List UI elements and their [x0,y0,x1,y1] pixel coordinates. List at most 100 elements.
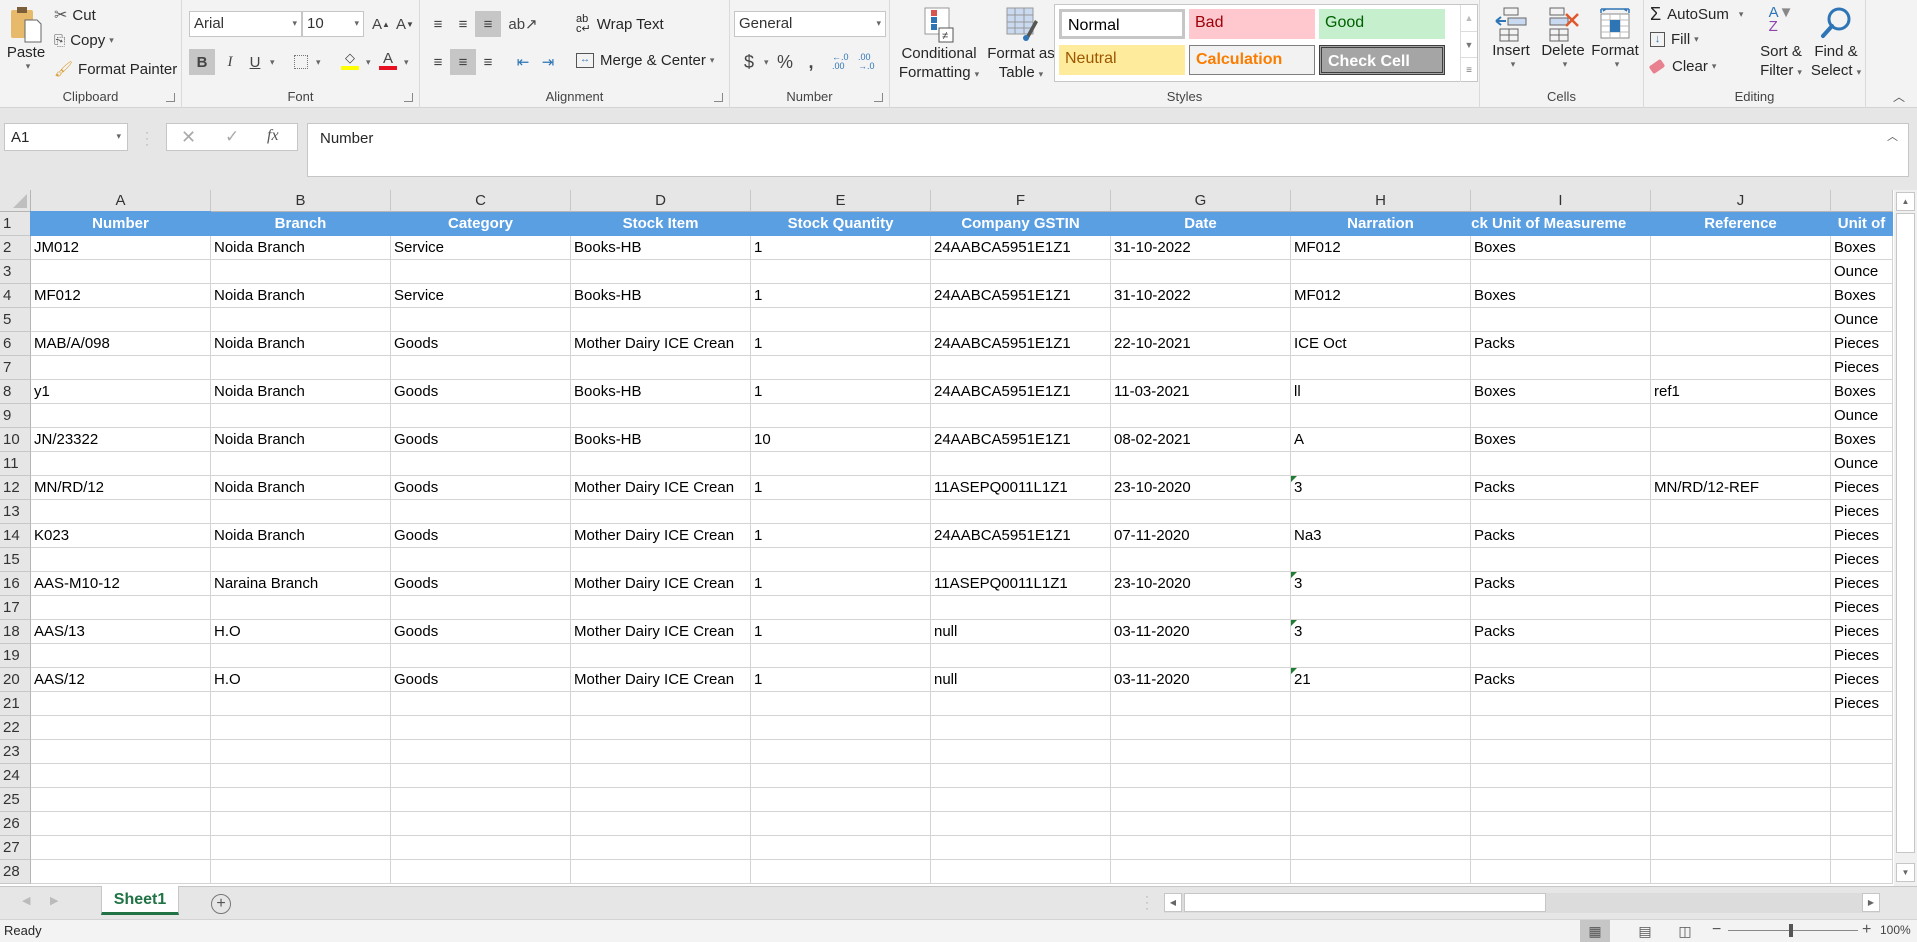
font-name-select[interactable]: Arial ▾ [189,11,302,37]
data-cell[interactable]: Boxes [1831,236,1893,260]
data-cell[interactable] [211,500,391,524]
empty-cell[interactable] [571,860,751,884]
data-cell[interactable] [391,308,571,332]
expand-formula-bar-icon[interactable]: ︿ [1887,128,1898,144]
data-cell[interactable]: 03-11-2020 [1111,620,1291,644]
empty-cell[interactable] [391,812,571,836]
enter-icon[interactable]: ✓ [225,127,239,147]
data-cell[interactable] [751,596,931,620]
data-cell[interactable] [211,548,391,572]
middle-align-button[interactable]: ≡ [450,11,476,37]
empty-cell[interactable] [391,836,571,860]
find-select-button[interactable]: Find & Select ▾ [1808,6,1864,82]
data-cell[interactable] [1651,548,1831,572]
data-cell[interactable] [211,404,391,428]
data-cell[interactable] [1651,524,1831,548]
data-cell[interactable]: A [1291,428,1471,452]
data-cell[interactable]: 10 [751,428,931,452]
header-cell[interactable]: tock Unit of Measureme [1471,212,1651,236]
data-cell[interactable]: 31-10-2022 [1111,236,1291,260]
data-cell[interactable] [31,548,211,572]
empty-cell[interactable] [571,812,751,836]
empty-cell[interactable] [1651,716,1831,740]
empty-cell[interactable] [31,812,211,836]
data-cell[interactable]: Noida Branch [211,476,391,500]
empty-cell[interactable] [931,788,1111,812]
data-cell[interactable]: Pieces [1831,548,1893,572]
empty-cell[interactable] [751,740,931,764]
data-cell[interactable] [1291,644,1471,668]
empty-cell[interactable] [1291,716,1471,740]
empty-cell[interactable] [931,740,1111,764]
data-cell[interactable]: 1 [751,524,931,548]
data-cell[interactable] [1651,284,1831,308]
data-cell[interactable] [1291,356,1471,380]
data-cell[interactable]: Boxes [1471,380,1651,404]
data-cell[interactable] [31,500,211,524]
row-header-9[interactable]: 9 [0,404,31,428]
data-cell[interactable] [1291,548,1471,572]
error-indicator-icon[interactable] [1291,620,1297,626]
data-cell[interactable]: null [931,620,1111,644]
row-header-15[interactable]: 15 [0,548,31,572]
italic-button[interactable]: I [217,49,243,75]
formula-bar-grip[interactable]: · · · [145,126,149,150]
data-cell[interactable] [1111,260,1291,284]
data-cell[interactable]: 24AABCA5951E1Z1 [931,380,1111,404]
data-cell[interactable]: AAS/12 [31,668,211,692]
data-cell[interactable] [751,308,931,332]
data-cell[interactable]: y1 [31,380,211,404]
data-cell[interactable] [931,596,1111,620]
data-cell[interactable] [1651,428,1831,452]
data-cell[interactable] [391,260,571,284]
data-cell[interactable] [931,692,1111,716]
paste-dropdown-icon[interactable]: ▾ [26,61,31,72]
data-cell[interactable]: Pieces [1831,596,1893,620]
gallery-scroll-down[interactable]: ▼ [1460,31,1477,57]
data-cell[interactable] [1111,308,1291,332]
empty-cell[interactable] [31,836,211,860]
data-cell[interactable]: AAS/13 [31,620,211,644]
empty-cell[interactable] [391,716,571,740]
data-cell[interactable]: 1 [751,668,931,692]
copy-button[interactable]: ⎘ Copy ▾ [54,32,114,49]
data-cell[interactable]: 23-10-2020 [1111,476,1291,500]
data-cell[interactable]: Boxes [1471,236,1651,260]
sheet-tab-sheet1[interactable]: Sheet1 [101,886,179,915]
data-cell[interactable] [211,308,391,332]
font-launcher-icon[interactable] [404,93,413,102]
data-cell[interactable]: Packs [1471,572,1651,596]
data-cell[interactable]: Goods [391,620,571,644]
scroll-left-button[interactable]: ◀ [1164,893,1182,912]
data-cell[interactable]: H.O [211,668,391,692]
row-header-4[interactable]: 4 [0,284,31,308]
data-cell[interactable]: JN/23322 [31,428,211,452]
data-cell[interactable] [1111,500,1291,524]
data-cell[interactable] [571,356,751,380]
empty-cell[interactable] [391,788,571,812]
data-cell[interactable] [391,596,571,620]
row-header-7[interactable]: 7 [0,356,31,380]
zoom-in-button[interactable]: + [1862,921,1871,939]
empty-cell[interactable] [571,740,751,764]
data-cell[interactable] [1291,692,1471,716]
worksheet-grid[interactable]: A B C D E F G H I J 1 Number Branch Category Stock Ite… [0,190,1894,886]
data-cell[interactable]: K023 [31,524,211,548]
column-header-c[interactable]: C [391,190,571,212]
data-cell[interactable]: Goods [391,524,571,548]
row-header-19[interactable]: 19 [0,644,31,668]
decrease-decimal-button[interactable]: .00 →.0 [858,49,884,75]
borders-button[interactable] [288,49,314,75]
data-cell[interactable] [31,356,211,380]
data-cell[interactable]: Naraina Branch [211,572,391,596]
autosum-button[interactable]: Σ AutoSum ▾ [1650,4,1743,25]
empty-cell[interactable] [571,764,751,788]
data-cell[interactable] [1651,236,1831,260]
cell-style-check-cell[interactable]: Check Cell [1319,45,1445,75]
data-cell[interactable]: Noida Branch [211,428,391,452]
data-cell[interactable] [931,404,1111,428]
empty-cell[interactable] [931,860,1111,884]
zoom-slider[interactable] [1728,924,1858,937]
data-cell[interactable]: Books-HB [571,428,751,452]
empty-cell[interactable] [1111,740,1291,764]
